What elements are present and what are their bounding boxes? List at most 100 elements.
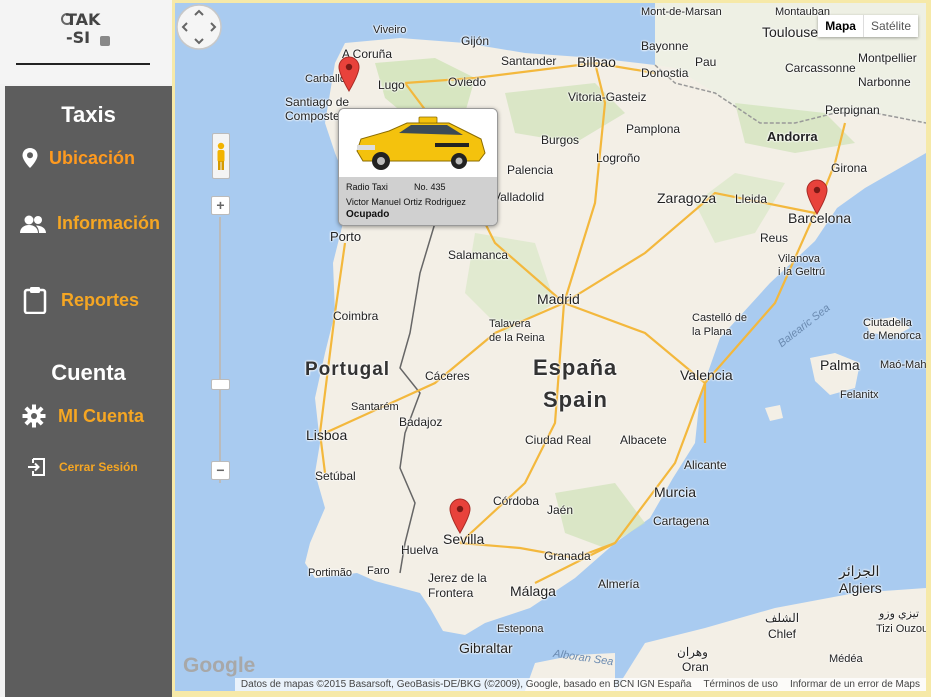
logo-text: TAK -SI <box>66 10 101 47</box>
label-oran: Oran <box>682 660 709 674</box>
label-oviedo: Oviedo <box>448 75 487 89</box>
label-perpignan: Perpignan <box>825 103 880 117</box>
taxi-driver: Victor Manuel Ortiz Rodriguez <box>346 197 466 207</box>
map-attribution-bar: Datos de mapas ©2015 Basarsoft, GeoBasis… <box>234 678 926 691</box>
taxi-status: Ocupado <box>346 209 390 220</box>
label-palma: Palma <box>820 357 860 373</box>
label-lugo: Lugo <box>378 78 405 92</box>
section-title-cuenta: Cuenta <box>51 360 126 385</box>
label-bayonne: Bayonne <box>641 39 689 53</box>
nav-panel: Taxis Ubicación Información Reportes Cue… <box>5 86 172 697</box>
taxi-marker-santiago[interactable] <box>338 56 360 92</box>
nav-item-mi-cuenta[interactable]: MI Cuenta <box>22 404 144 428</box>
taxi-marker-barcelona[interactable] <box>806 179 828 215</box>
label-porto: Porto <box>330 229 362 244</box>
logo-area: TAK -SI <box>0 0 172 84</box>
label-lleida: Lleida <box>735 192 768 206</box>
taxi-info: Radio Taxi No. 435 Victor Manuel Ortiz R… <box>339 177 497 225</box>
label-madrid: Madrid <box>537 291 580 307</box>
label-malaga: Málaga <box>510 583 556 599</box>
zoom-slider-track[interactable] <box>219 217 221 483</box>
label-pamplona: Pamplona <box>626 122 681 136</box>
label-vilanova: Vilanova i la Geltrú <box>778 253 826 278</box>
label-talavera: Talavera de la Reina <box>489 318 545 344</box>
label-tizi-ar: تيزي وزو <box>879 608 920 620</box>
logo-divider <box>16 63 150 65</box>
logout-icon <box>28 458 45 476</box>
terms-link[interactable]: Términos de uso <box>703 679 777 690</box>
label-girona: Girona <box>831 161 868 175</box>
taxi-marker-sevilla[interactable] <box>449 498 471 534</box>
zoom-slider-handle[interactable] <box>211 379 230 390</box>
label-badajoz: Badajoz <box>399 415 443 429</box>
label-logrono: Logroño <box>596 151 641 165</box>
map-type-satelite[interactable]: Satélite <box>862 15 918 37</box>
label-santander: Santander <box>501 54 557 68</box>
clipboard-icon <box>23 287 47 314</box>
zoom-in-button[interactable]: + <box>211 196 230 215</box>
label-algiers: Algiers <box>839 580 882 596</box>
label-zaragoza: Zaragoza <box>657 190 717 206</box>
label-oran-ar: وهران <box>677 645 708 659</box>
label-mont-de-marsan: Mont-de-Marsan <box>641 6 722 18</box>
zoom-out-button[interactable]: − <box>211 461 230 480</box>
label-donostia: Donostia <box>641 66 689 80</box>
label-huelva: Huelva <box>401 543 439 557</box>
nav-item-informacion[interactable]: Información <box>19 213 160 234</box>
label-burgos: Burgos <box>541 133 580 147</box>
label-algiers-ar: الجزائر <box>839 563 880 579</box>
label-spain: Spain <box>543 387 608 412</box>
section-title-taxis: Taxis <box>61 102 116 127</box>
label-faro: Faro <box>367 565 390 577</box>
sidebar: TAK -SI Taxis Ubicación Información Repo… <box>0 0 172 697</box>
label-espana: España <box>533 355 618 380</box>
label-chlef: Chlef <box>768 627 797 641</box>
location-pin-icon <box>22 148 38 168</box>
map-type-mapa[interactable]: Mapa <box>818 15 863 37</box>
label-chlef-ar: الشلف <box>765 611 800 625</box>
nav-item-reportes[interactable]: Reportes <box>23 286 139 314</box>
google-logo[interactable]: Google <box>183 654 255 678</box>
gear-icon <box>22 404 46 428</box>
label-salamanca: Salamanca <box>448 248 509 262</box>
label-albacete: Albacete <box>620 433 667 447</box>
label-felanitx: Felanitx <box>840 389 879 401</box>
map-attribution: Datos de mapas ©2015 Basarsoft, GeoBasis… <box>240 679 692 690</box>
label-vitoria: Vitoria-Gasteiz <box>568 90 647 104</box>
pan-control[interactable] <box>175 3 223 51</box>
label-montpellier: Montpellier <box>858 51 917 65</box>
street-view-pegman[interactable] <box>212 133 230 179</box>
label-reus: Reus <box>760 231 789 245</box>
label-almeria: Almería <box>598 577 640 591</box>
label-jaen: Jaén <box>547 503 574 517</box>
label-lisboa: Lisboa <box>306 427 348 443</box>
label-valladolid: Valladolid <box>493 190 545 204</box>
label-caceres: Cáceres <box>425 369 470 383</box>
label-medea: Médéa <box>829 653 863 665</box>
map-frame: España Spain Portugal Madrid Barcelona S… <box>172 0 931 697</box>
label-viveiro: Viveiro <box>373 24 407 36</box>
label-estepona: Estepona <box>497 623 544 635</box>
nav-item-ubicacion[interactable]: Ubicación <box>21 147 135 169</box>
taxi-car-icon <box>356 116 486 170</box>
label-ciudad-real: Ciudad Real <box>525 433 592 447</box>
report-error-link[interactable]: Informar de un error de Maps <box>790 679 920 690</box>
map-canvas[interactable]: España Spain Portugal Madrid Barcelona S… <box>175 3 926 691</box>
taxi-info-window[interactable]: Radio Taxi No. 435 Victor Manuel Ortiz R… <box>338 108 498 226</box>
logout-button[interactable]: Cerrar Sesión <box>27 457 138 477</box>
label-coimbra: Coimbra <box>333 309 379 323</box>
label-ciutadella: Ciutadella de Menorca <box>863 317 922 342</box>
nav-item-label: Reportes <box>61 289 140 310</box>
label-pau: Pau <box>695 55 717 69</box>
people-icon <box>20 215 46 233</box>
label-mao: Maó-Mahó <box>880 359 926 371</box>
map-type-control: Mapa Satélite <box>818 15 918 37</box>
label-toulouse: Toulouse <box>762 24 819 40</box>
label-portugal: Portugal <box>305 359 391 380</box>
label-gibraltar: Gibraltar <box>459 640 513 656</box>
pegman-icon <box>217 142 225 170</box>
label-jerez: Jerez de la Frontera <box>428 571 487 600</box>
label-palencia: Palencia <box>507 163 554 177</box>
label-tizi: Tizi Ouzou <box>876 623 926 635</box>
label-cordoba: Córdoba <box>493 494 540 508</box>
